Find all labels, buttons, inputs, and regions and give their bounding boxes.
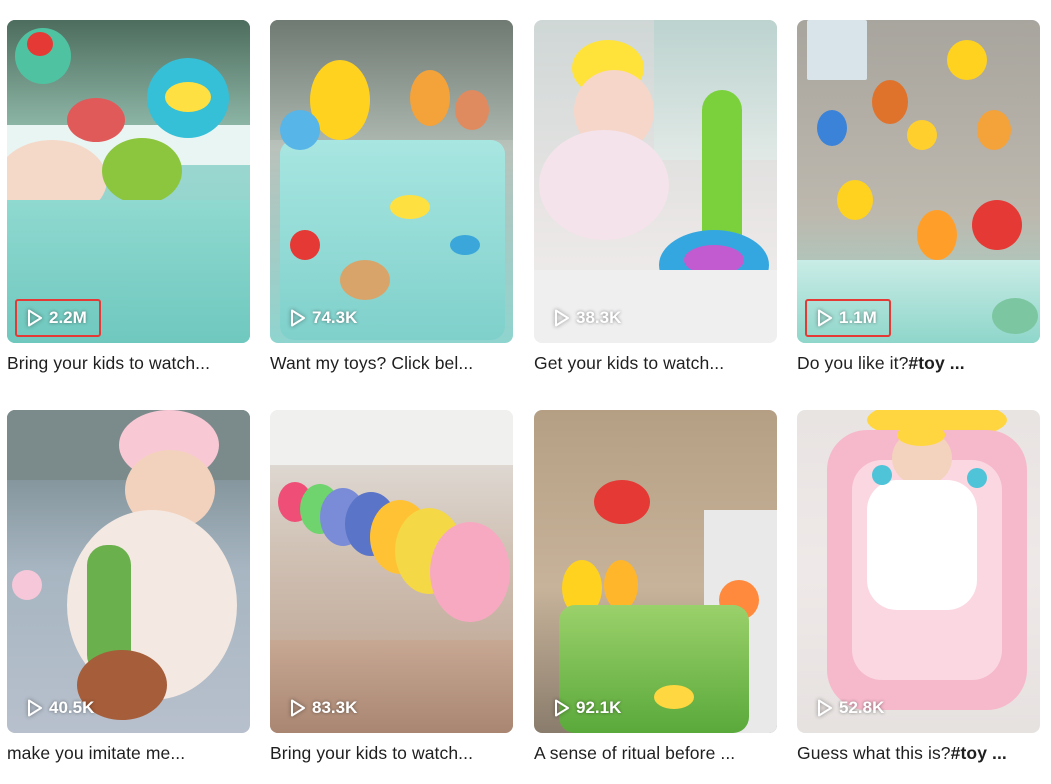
thumbnail-image	[7, 410, 250, 733]
view-count-text: 40.5K	[49, 698, 95, 717]
video-caption[interactable]: Guess what this is?#toy ...	[797, 743, 1040, 764]
view-count: 40.5K	[15, 689, 108, 727]
play-icon	[555, 699, 569, 717]
video-card[interactable]: 52.8K Guess what this is?#toy ...	[797, 410, 1040, 764]
view-count: 52.8K	[805, 689, 898, 727]
thumbnail-image	[797, 20, 1040, 343]
video-caption[interactable]: Do you like it?#toy ...	[797, 353, 1040, 374]
video-card[interactable]: 1.1M Do you like it?#toy ...	[797, 20, 1040, 374]
thumbnail-image	[270, 20, 513, 343]
view-count: 1.1M	[805, 299, 891, 337]
video-caption[interactable]: A sense of ritual before ...	[534, 743, 777, 764]
play-icon	[28, 699, 42, 717]
video-caption[interactable]: Bring your kids to watch...	[270, 743, 513, 764]
video-card[interactable]: 40.5K make you imitate me...	[7, 410, 250, 764]
video-grid: 2.2M Bring your kids to watch... 74.3K W…	[0, 0, 1051, 784]
view-count-text: 38.3K	[576, 308, 622, 327]
video-thumbnail[interactable]: 92.1K	[534, 410, 777, 733]
thumbnail-image	[534, 410, 777, 733]
video-thumbnail[interactable]: 83.3K	[270, 410, 513, 733]
thumbnail-image	[534, 20, 777, 343]
video-caption[interactable]: Bring your kids to watch...	[7, 353, 250, 374]
thumbnail-image	[270, 410, 513, 733]
play-icon	[818, 309, 832, 327]
view-count: 38.3K	[542, 299, 635, 337]
play-icon	[818, 699, 832, 717]
thumbnail-image	[7, 20, 250, 343]
video-thumbnail[interactable]: 74.3K	[270, 20, 513, 343]
video-thumbnail[interactable]: 2.2M	[7, 20, 250, 343]
view-count-text: 52.8K	[839, 698, 885, 717]
view-count-text: 1.1M	[839, 308, 877, 327]
view-count-text: 83.3K	[312, 698, 358, 717]
video-card[interactable]: 38.3K Get your kids to watch...	[534, 20, 777, 374]
play-icon	[28, 309, 42, 327]
video-thumbnail[interactable]: 40.5K	[7, 410, 250, 733]
view-count: 74.3K	[278, 299, 371, 337]
video-caption[interactable]: Want my toys? Click bel...	[270, 353, 513, 374]
view-count: 83.3K	[278, 689, 371, 727]
video-card[interactable]: 92.1K A sense of ritual before ...	[534, 410, 777, 764]
view-count-text: 92.1K	[576, 698, 622, 717]
view-count-text: 74.3K	[312, 308, 358, 327]
view-count: 92.1K	[542, 689, 635, 727]
video-card[interactable]: 74.3K Want my toys? Click bel...	[270, 20, 513, 374]
video-thumbnail[interactable]: 1.1M	[797, 20, 1040, 343]
play-icon	[291, 699, 305, 717]
video-thumbnail[interactable]: 38.3K	[534, 20, 777, 343]
video-card[interactable]: 83.3K Bring your kids to watch...	[270, 410, 513, 764]
play-icon	[291, 309, 305, 327]
thumbnail-image	[797, 410, 1040, 733]
video-caption[interactable]: make you imitate me...	[7, 743, 250, 764]
video-thumbnail[interactable]: 52.8K	[797, 410, 1040, 733]
video-card[interactable]: 2.2M Bring your kids to watch...	[7, 20, 250, 374]
play-icon	[555, 309, 569, 327]
view-count-text: 2.2M	[49, 308, 87, 327]
video-caption[interactable]: Get your kids to watch...	[534, 353, 777, 374]
view-count: 2.2M	[15, 299, 101, 337]
